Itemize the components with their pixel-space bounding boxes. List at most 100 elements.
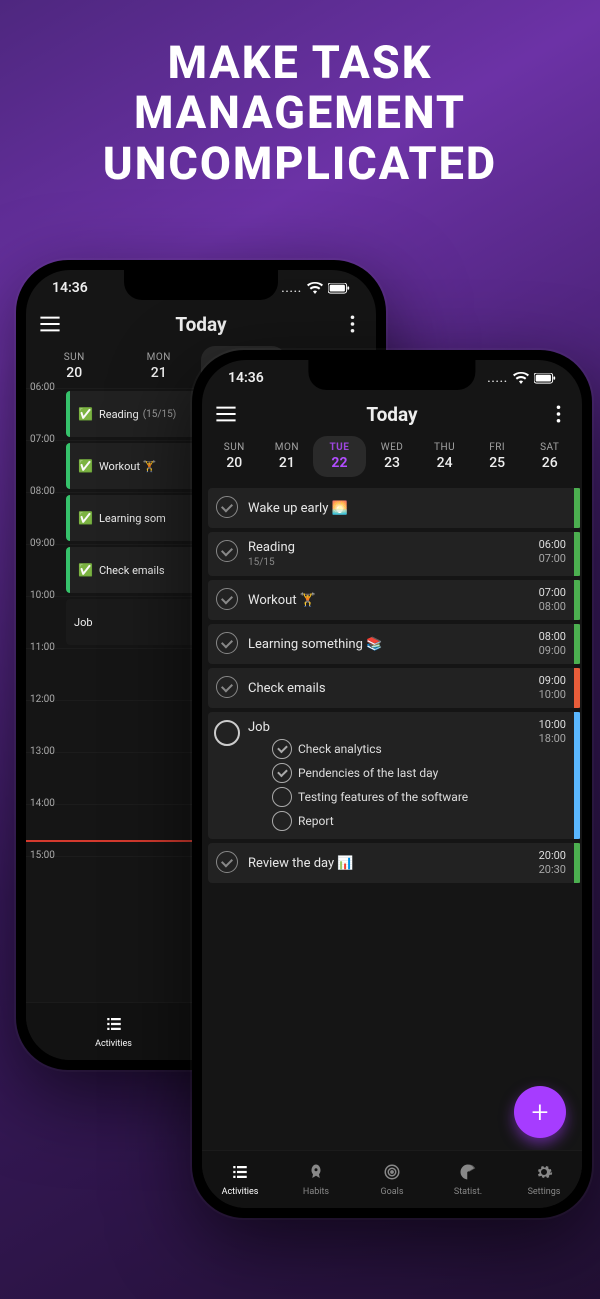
day-label: MON bbox=[261, 442, 314, 453]
day-label: SUN bbox=[32, 352, 117, 363]
task-times: 08:0009:00 bbox=[539, 630, 566, 658]
day-label: FRI bbox=[471, 442, 524, 453]
subtask-item[interactable]: Testing features of the software bbox=[272, 787, 524, 807]
task-times: 07:0008:00 bbox=[539, 586, 566, 614]
category-stripe bbox=[574, 580, 580, 620]
subtask-toggle[interactable] bbox=[272, 763, 292, 783]
day-WED[interactable]: WED23 bbox=[366, 436, 419, 477]
day-SAT[interactable]: SAT26 bbox=[523, 436, 576, 477]
day-label: MON bbox=[117, 352, 202, 363]
task-title: Wake up early 🌅 bbox=[248, 501, 524, 516]
nav-tab-activities[interactable]: Activities bbox=[26, 1003, 201, 1060]
block-title: Learning som bbox=[99, 512, 166, 525]
subtask-item[interactable]: Report bbox=[272, 811, 524, 831]
subtask-item[interactable]: Pendencies of the last day bbox=[272, 763, 524, 783]
subtask-item[interactable]: Check analytics bbox=[272, 739, 524, 759]
day-number: 21 bbox=[117, 365, 202, 381]
nav-tab-statist.[interactable]: Statist. bbox=[430, 1151, 506, 1208]
week-strip[interactable]: SUN20MON21TUE 22WED23THU 24FRI25SAT26 bbox=[202, 432, 582, 485]
day-THU[interactable]: THU 24 bbox=[418, 436, 471, 477]
block-title: Reading bbox=[99, 408, 139, 421]
wifi-icon bbox=[513, 372, 529, 384]
complete-toggle[interactable] bbox=[214, 720, 240, 746]
category-stripe bbox=[574, 488, 580, 528]
hour-label: 09:00 bbox=[30, 538, 55, 549]
hour-label: 15:00 bbox=[30, 850, 55, 861]
check-icon: ✅ bbox=[78, 563, 93, 577]
task-item[interactable]: Review the day 📊20:0020:30 bbox=[208, 843, 580, 883]
day-SUN[interactable]: SUN20 bbox=[32, 346, 117, 387]
day-TUE[interactable]: TUE 22 bbox=[313, 436, 366, 477]
hour-label: 10:00 bbox=[30, 590, 55, 601]
task-item[interactable]: Check emails09:0010:00 bbox=[208, 668, 580, 708]
day-label: THU bbox=[418, 442, 471, 453]
day-label: SUN bbox=[208, 442, 261, 453]
nav-label: Statist. bbox=[454, 1187, 482, 1197]
target-icon bbox=[383, 1163, 401, 1184]
more-button[interactable] bbox=[546, 402, 570, 426]
day-SUN[interactable]: SUN20 bbox=[208, 436, 261, 477]
nav-tab-habits[interactable]: Habits bbox=[278, 1151, 354, 1208]
subtask-title: Pendencies of the last day bbox=[298, 766, 438, 780]
rocket-icon bbox=[307, 1163, 325, 1184]
status-time: 14:36 bbox=[228, 370, 264, 386]
status-time: 14:36 bbox=[52, 280, 88, 296]
day-MON[interactable]: MON 21 bbox=[117, 346, 202, 387]
complete-toggle[interactable] bbox=[216, 540, 238, 562]
day-label: SAT bbox=[523, 442, 576, 453]
gear-icon bbox=[535, 1163, 553, 1184]
marketing-hero: MAKE TASK MANAGEMENT UNCOMPLICATED bbox=[0, 38, 600, 189]
task-list[interactable]: Wake up early 🌅Reading15/1506:0007:00Wor… bbox=[208, 484, 580, 1148]
nav-label: Goals bbox=[381, 1187, 404, 1197]
check-icon: ✅ bbox=[78, 407, 93, 421]
nav-tab-settings[interactable]: Settings bbox=[506, 1151, 582, 1208]
task-times: 06:0007:00 bbox=[539, 538, 566, 566]
hour-label: 06:00 bbox=[30, 382, 55, 393]
complete-toggle[interactable] bbox=[216, 632, 238, 654]
complete-toggle[interactable] bbox=[216, 851, 238, 873]
day-number: 22 bbox=[313, 455, 366, 471]
subtask-toggle[interactable] bbox=[272, 787, 292, 807]
nav-tab-goals[interactable]: Goals bbox=[354, 1151, 430, 1208]
task-item[interactable]: Learning something 📚 08:0009:00 bbox=[208, 624, 580, 664]
task-item[interactable]: Wake up early 🌅 bbox=[208, 488, 580, 528]
task-item[interactable]: Workout 🏋️ 07:0008:00 bbox=[208, 580, 580, 620]
day-number: 24 bbox=[418, 455, 471, 471]
task-item[interactable]: Reading15/1506:0007:00 bbox=[208, 532, 580, 576]
subtask-toggle[interactable] bbox=[272, 811, 292, 831]
more-button[interactable] bbox=[340, 312, 364, 336]
complete-toggle[interactable] bbox=[216, 676, 238, 698]
nav-label: Activities bbox=[95, 1039, 132, 1049]
task-title: Learning something 📚 bbox=[248, 637, 524, 652]
subtask-title: Check analytics bbox=[298, 742, 382, 756]
headline-line-3: UNCOMPLICATED bbox=[103, 137, 497, 190]
complete-toggle[interactable] bbox=[216, 588, 238, 610]
task-title: Workout 🏋️ bbox=[248, 593, 524, 608]
nav-label: Settings bbox=[528, 1187, 561, 1197]
block-title: Workout 🏋️ bbox=[99, 460, 157, 473]
subtask-title: Report bbox=[298, 814, 334, 828]
subtask-title: Testing features of the software bbox=[298, 790, 468, 804]
device-notch bbox=[124, 270, 278, 300]
subtask-toggle[interactable] bbox=[272, 739, 292, 759]
hour-label: 14:00 bbox=[30, 798, 55, 809]
complete-toggle[interactable] bbox=[216, 496, 238, 518]
header-title: Today bbox=[175, 313, 226, 336]
menu-button[interactable] bbox=[214, 402, 238, 426]
day-number: 23 bbox=[366, 455, 419, 471]
day-MON[interactable]: MON21 bbox=[261, 436, 314, 477]
nav-tab-activities[interactable]: Activities bbox=[202, 1151, 278, 1208]
day-label: TUE bbox=[313, 442, 366, 453]
hour-label: 07:00 bbox=[30, 434, 55, 445]
add-task-fab[interactable]: + bbox=[514, 1086, 566, 1138]
pie-icon bbox=[459, 1163, 477, 1184]
menu-button[interactable] bbox=[38, 312, 62, 336]
app-header: Today bbox=[26, 306, 376, 342]
hour-label: 13:00 bbox=[30, 746, 55, 757]
day-FRI[interactable]: FRI25 bbox=[471, 436, 524, 477]
category-stripe bbox=[574, 843, 580, 883]
task-item[interactable]: Job10:0018:00Check analyticsPendencies o… bbox=[208, 712, 580, 839]
battery-icon bbox=[534, 373, 556, 384]
task-title: Review the day 📊 bbox=[248, 856, 524, 871]
category-stripe bbox=[574, 532, 580, 576]
